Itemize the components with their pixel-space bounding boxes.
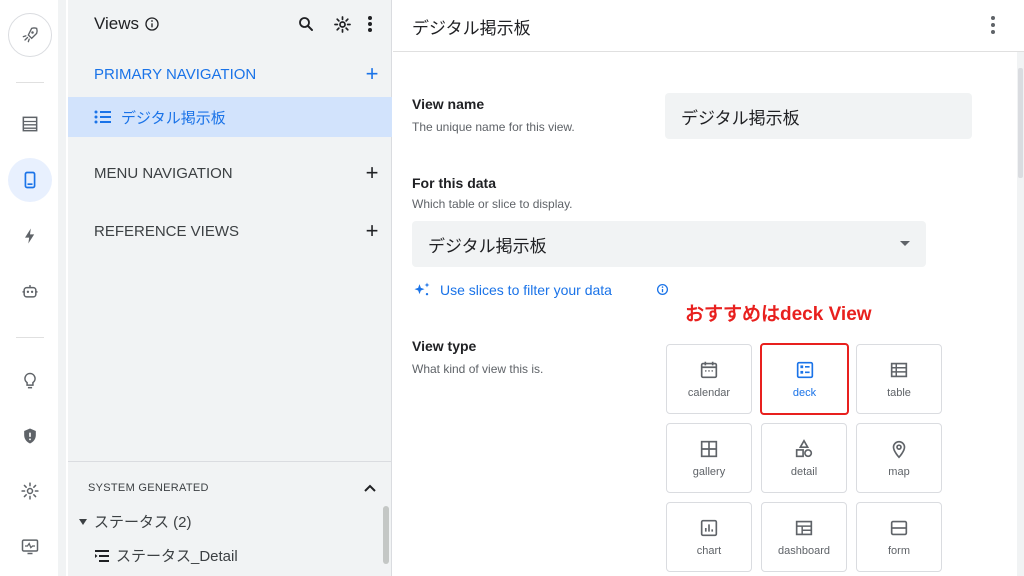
view-item-label: デジタル掲示板 (121, 109, 226, 127)
more-vert-icon[interactable] (360, 14, 380, 34)
section-menu-navigation: MENU NAVIGATION + (68, 153, 392, 193)
tree-group-label: ステータス (2) (94, 514, 192, 531)
gallery-icon (700, 440, 718, 458)
detail-list-icon (95, 549, 109, 562)
use-slices-link[interactable]: Use slices to filter your data (412, 280, 612, 300)
calendar-icon (700, 361, 718, 379)
view-type-gallery[interactable]: gallery (666, 423, 752, 493)
tree-item-label: ステータス_Detail (116, 548, 238, 565)
deck-icon (796, 361, 813, 379)
view-type-dashboard[interactable]: dashboard (761, 502, 847, 572)
section-reference-label: REFERENCE VIEWS (94, 222, 240, 240)
view-name-label: View name (412, 96, 485, 112)
chevron-up-icon[interactable] (364, 484, 376, 492)
view-type-gallery-label: gallery (692, 466, 726, 478)
view-type-label: View type (412, 338, 477, 354)
section-menu-label: MENU NAVIGATION (94, 164, 233, 182)
search-icon[interactable] (296, 14, 316, 34)
view-type-detail-label: detail (790, 466, 818, 478)
add-reference-view-icon[interactable]: + (352, 218, 392, 244)
section-primary-navigation: PRIMARY NAVIGATION + (68, 54, 392, 94)
sparkle-icon (414, 282, 430, 296)
bolt-icon[interactable] (8, 214, 52, 258)
view-name-help: The unique name for this view. (412, 120, 575, 134)
rail-divider (16, 337, 44, 338)
use-slices-link-text: Use slices to filter your data (440, 282, 612, 298)
slices-info-icon[interactable] (656, 283, 669, 296)
gear-icon[interactable] (8, 469, 52, 513)
views-scrollbar-thumb[interactable] (383, 506, 389, 564)
view-name-input[interactable]: デジタル掲示板 (665, 93, 972, 139)
editor-title: デジタル掲示板 (412, 19, 531, 38)
view-type-form[interactable]: form (856, 502, 942, 572)
editor-more-vert-icon[interactable] (983, 14, 1003, 36)
app-rail (0, 0, 60, 576)
view-item-digital-board[interactable]: デジタル掲示板 (68, 97, 392, 137)
shield-icon[interactable] (8, 414, 52, 458)
add-primary-view-icon[interactable]: + (352, 61, 392, 87)
views-header: Views (68, 0, 392, 50)
map-pin-icon (892, 440, 906, 459)
list-icon (94, 110, 111, 124)
tree-group-status[interactable]: ステータス (2) (78, 511, 192, 532)
tree-item-status-detail[interactable]: ステータス_Detail (94, 545, 238, 566)
table-icon[interactable] (8, 102, 52, 146)
view-type-map-label: map (888, 466, 910, 478)
rail-scrollbar[interactable] (58, 0, 66, 576)
dropdown-caret-icon (900, 241, 910, 246)
rocket-icon[interactable] (8, 13, 52, 57)
view-type-help: What kind of view this is. (412, 362, 544, 376)
view-type-table-label: table (887, 387, 911, 399)
info-icon[interactable] (144, 16, 160, 32)
rail-divider (16, 82, 44, 83)
monitor-icon[interactable] (8, 524, 52, 568)
section-primary-label: PRIMARY NAVIGATION (94, 65, 257, 83)
view-type-table[interactable]: table (856, 344, 942, 414)
data-source-select[interactable]: デジタル掲示板 (412, 221, 926, 267)
robot-icon[interactable] (8, 269, 52, 313)
recommendation-annotation: おすすめはdeck View (685, 304, 872, 325)
view-type-deck-label: deck (792, 387, 817, 399)
for-this-data-help: Which table or slice to display. (412, 197, 573, 211)
view-editor: デジタル掲示板 View name The unique name for th… (393, 0, 1024, 576)
section-system-label: SYSTEM GENERATED (88, 482, 209, 494)
for-this-data-label: For this data (412, 175, 497, 191)
view-type-calendar-label: calendar (687, 387, 731, 399)
form-icon (890, 520, 908, 536)
views-panel: Views PRIMARY NAVIGATION + デジタル掲示板 MENU … (68, 0, 392, 576)
view-type-deck[interactable]: deck (760, 343, 849, 415)
dashboard-icon (795, 520, 813, 536)
chart-icon (700, 519, 718, 537)
system-divider (68, 461, 392, 462)
views-title-text: Views (94, 14, 140, 33)
view-type-dashboard-label: dashboard (778, 545, 830, 557)
editor-scrollbar-thumb[interactable] (1018, 68, 1023, 178)
section-reference-views: REFERENCE VIEWS + (68, 211, 392, 251)
add-menu-view-icon[interactable]: + (352, 160, 392, 186)
view-type-map[interactable]: map (856, 423, 942, 493)
view-type-form-label: form (888, 545, 910, 557)
view-type-calendar[interactable]: calendar (666, 344, 752, 414)
section-system-generated[interactable]: SYSTEM GENERATED (88, 478, 384, 498)
bulb-icon[interactable] (8, 359, 52, 403)
table-view-icon (890, 362, 908, 378)
detail-shapes-icon (795, 439, 813, 458)
views-title: Views (94, 14, 160, 34)
view-type-chart[interactable]: chart (666, 502, 752, 572)
view-type-chart-label: chart (696, 545, 722, 557)
view-type-detail[interactable]: detail (761, 423, 847, 493)
editor-header: デジタル掲示板 (393, 0, 1024, 52)
caret-down-icon[interactable] (78, 518, 88, 526)
data-source-value: デジタル掲示板 (428, 236, 547, 256)
settings-gear-icon[interactable] (332, 14, 352, 34)
phone-icon[interactable] (8, 158, 52, 202)
